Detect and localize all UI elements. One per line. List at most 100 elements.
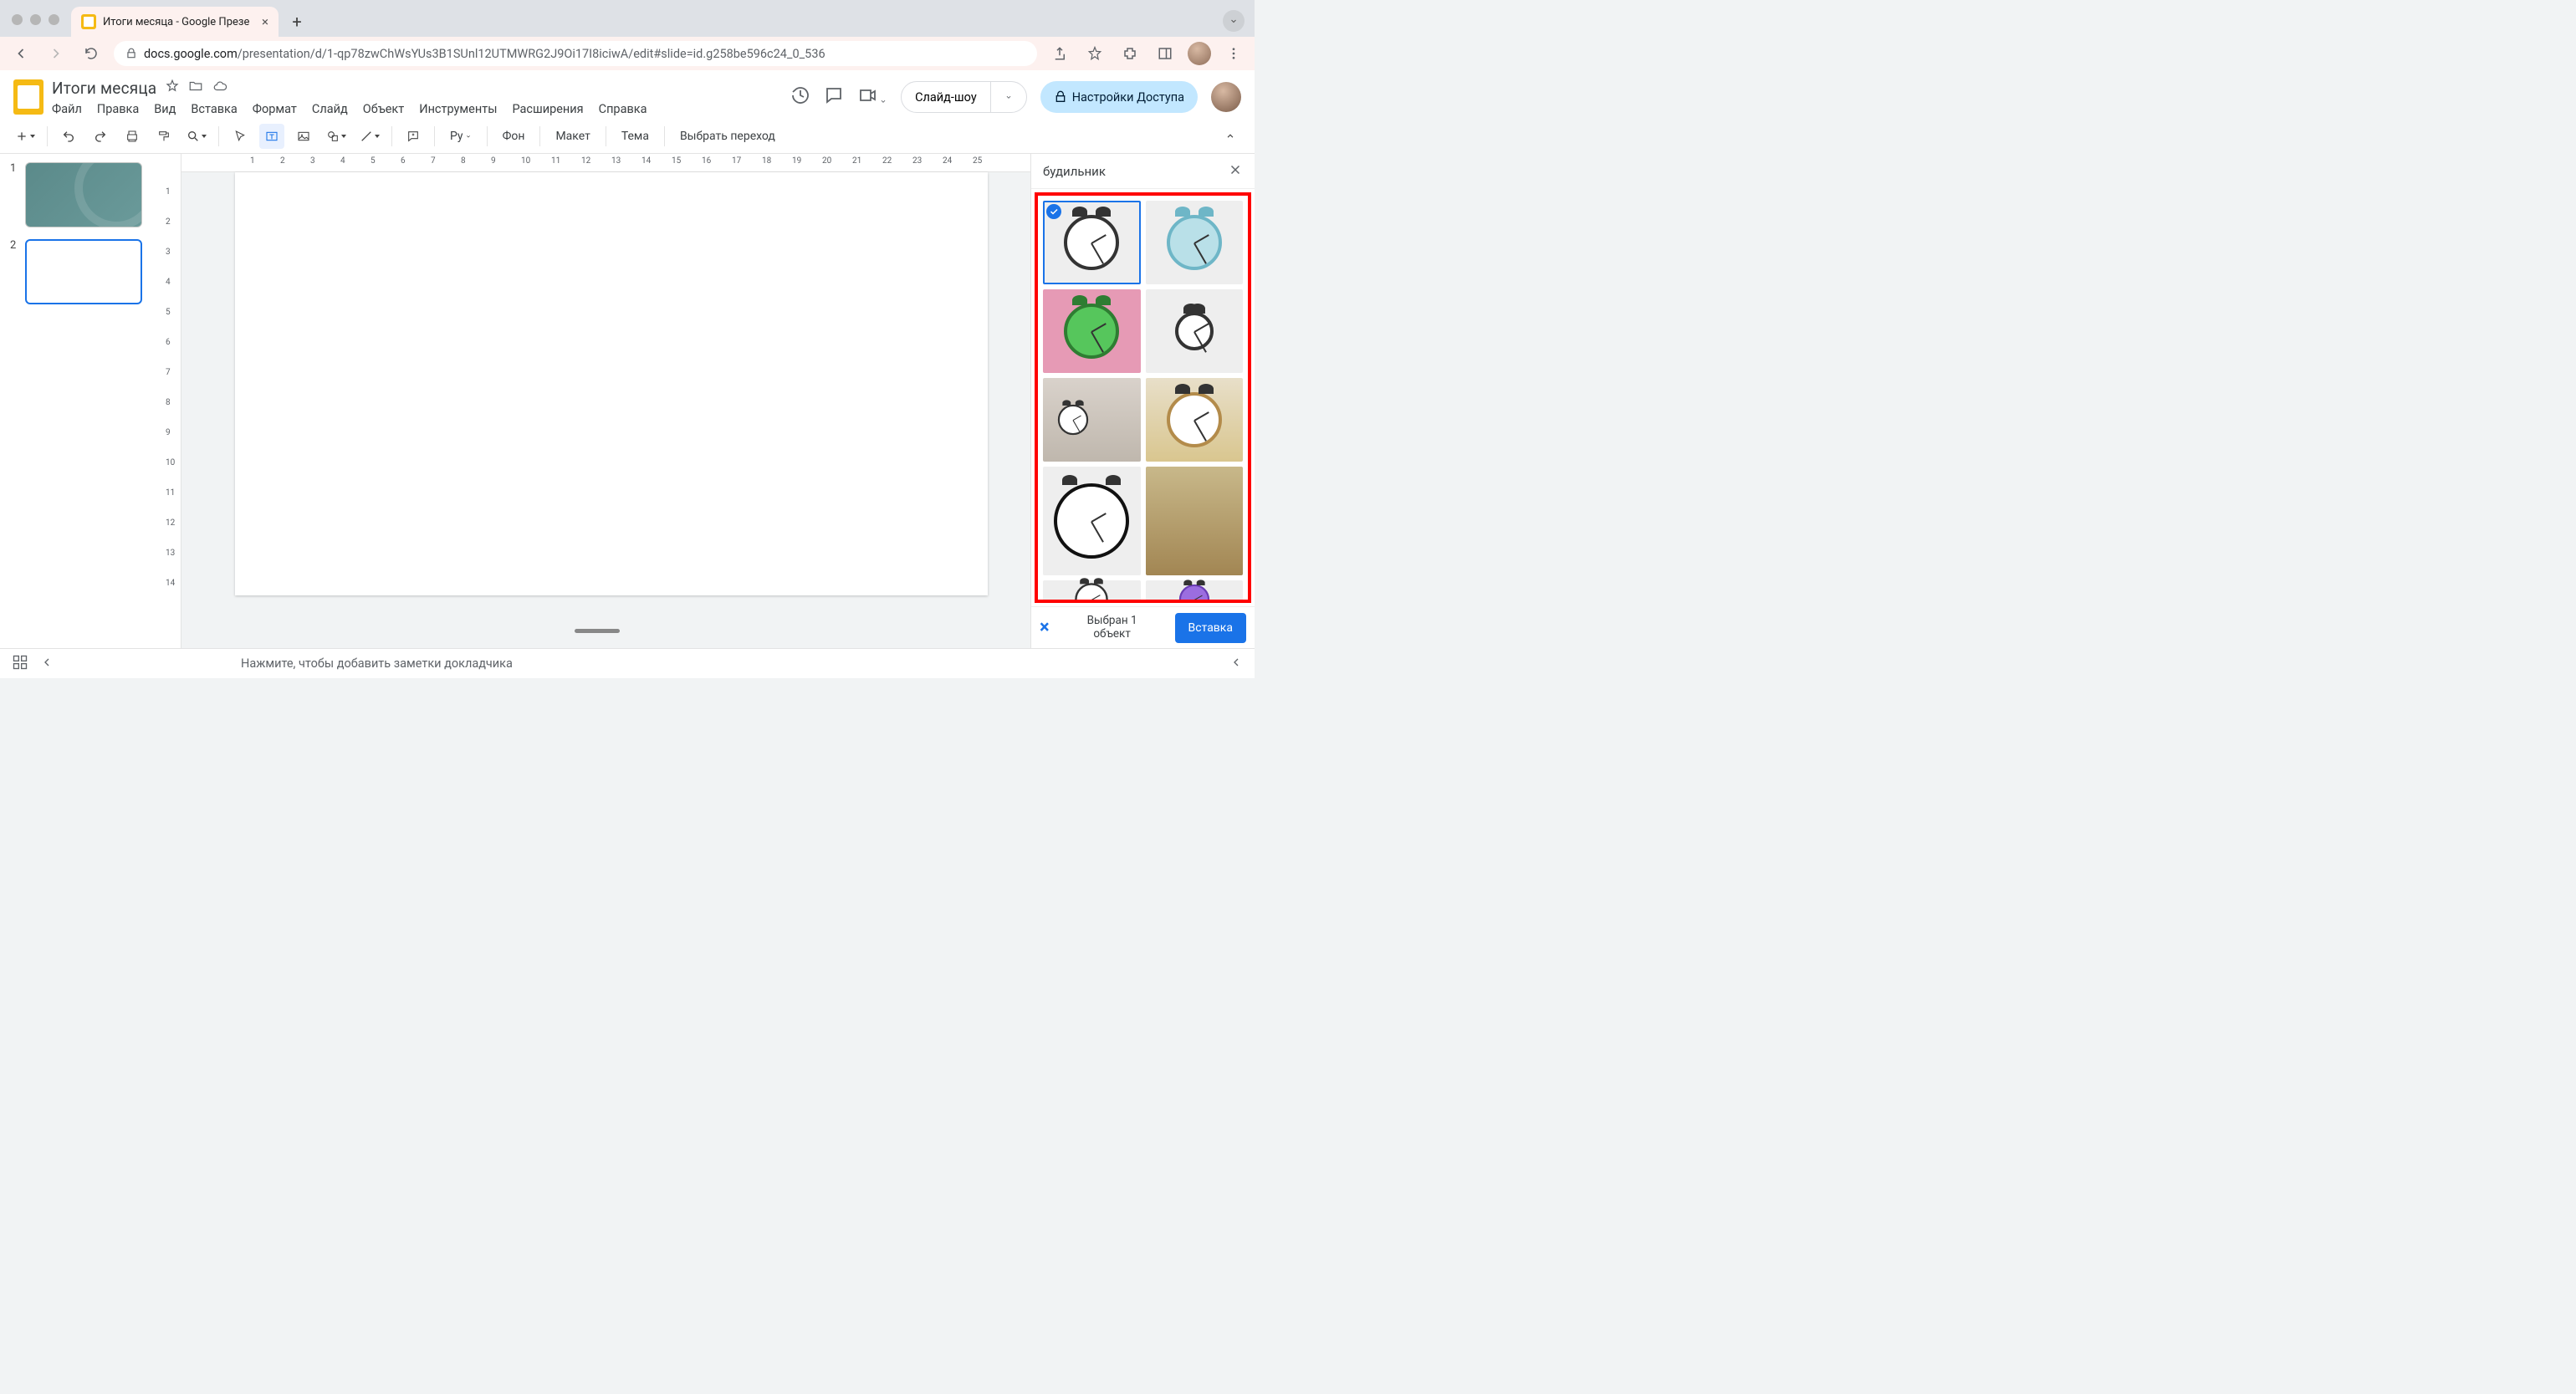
reload-icon bbox=[84, 46, 99, 61]
comment-plus-icon bbox=[406, 130, 420, 143]
sidepanel-toggle-button[interactable] bbox=[1229, 656, 1243, 672]
transition-button[interactable]: Выбрать переход bbox=[673, 124, 782, 149]
chevron-left-icon bbox=[40, 656, 54, 669]
slide-thumbnails-panel: 1 2 bbox=[0, 154, 163, 648]
result-alarm-small-black[interactable] bbox=[1146, 289, 1244, 373]
speaker-notes-placeholder[interactable]: Нажмите, чтобы добавить заметки докладчи… bbox=[65, 656, 1218, 671]
nav-reload-button[interactable] bbox=[79, 41, 104, 66]
search-query[interactable]: будильник bbox=[1043, 164, 1106, 179]
cloud-status-button[interactable] bbox=[212, 79, 228, 97]
background-button[interactable]: Фон bbox=[496, 124, 532, 149]
result-alarm-teal[interactable] bbox=[1146, 201, 1244, 284]
traffic-close[interactable] bbox=[12, 14, 23, 25]
move-doc-button[interactable] bbox=[188, 79, 203, 97]
menu-object[interactable]: Объект bbox=[363, 102, 405, 116]
slideshow-button[interactable]: Слайд-шоу bbox=[902, 82, 990, 112]
comment-add-button[interactable] bbox=[401, 124, 426, 149]
sidepanel-button[interactable] bbox=[1153, 41, 1178, 66]
nav-forward-button[interactable] bbox=[43, 41, 69, 66]
url-host: docs.google.com bbox=[144, 47, 238, 61]
slideshow-dropdown[interactable] bbox=[991, 82, 1026, 112]
result-poster-vintage[interactable] bbox=[1146, 467, 1244, 575]
star-doc-button[interactable] bbox=[165, 79, 180, 97]
url-box[interactable]: docs.google.com/presentation/d/1-qp78zwC… bbox=[114, 41, 1037, 66]
doc-title[interactable]: Итоги месяца bbox=[52, 79, 156, 98]
close-tab-icon[interactable]: × bbox=[262, 14, 268, 29]
menu-edit[interactable]: Правка bbox=[97, 102, 139, 116]
browser-tab-active[interactable]: Итоги месяца - Google Презе × bbox=[71, 7, 279, 37]
select-tool[interactable] bbox=[227, 124, 253, 149]
toolbar: Ру Фон Макет Тема Выбрать переход bbox=[0, 119, 1255, 154]
new-tab-button[interactable]: + bbox=[284, 8, 310, 35]
insert-button[interactable]: Вставка bbox=[1175, 613, 1246, 643]
tabs-overflow-button[interactable] bbox=[1223, 10, 1245, 32]
menu-format[interactable]: Формат bbox=[253, 102, 297, 116]
result-alarm-green[interactable] bbox=[1043, 289, 1141, 373]
toolbar-collapse-button[interactable] bbox=[1218, 124, 1243, 149]
result-alarm-partial[interactable] bbox=[1043, 580, 1141, 603]
textbox-icon bbox=[265, 130, 279, 143]
star-icon bbox=[1087, 46, 1102, 61]
selected-check-icon bbox=[1046, 204, 1061, 219]
traffic-max[interactable] bbox=[49, 14, 59, 25]
result-alarm-lineart[interactable] bbox=[1043, 467, 1141, 575]
notes-drag-handle[interactable] bbox=[575, 629, 620, 633]
result-alarm-room[interactable] bbox=[1043, 378, 1141, 462]
paint-format-button[interactable] bbox=[151, 124, 176, 149]
menu-insert[interactable]: Вставка bbox=[191, 102, 237, 116]
slide-thumb-1[interactable] bbox=[25, 162, 142, 227]
new-slide-button[interactable] bbox=[12, 124, 38, 149]
share-button[interactable]: Настройки Доступа bbox=[1040, 81, 1198, 113]
redo-button[interactable] bbox=[88, 124, 113, 149]
menu-view[interactable]: Вид bbox=[154, 102, 176, 116]
menu-file[interactable]: Файл bbox=[52, 102, 82, 116]
history-icon bbox=[790, 85, 810, 105]
textbox-tool[interactable] bbox=[259, 124, 284, 149]
menu-extensions[interactable]: Расширения bbox=[512, 102, 583, 116]
extensions-button[interactable] bbox=[1117, 41, 1142, 66]
close-icon bbox=[1228, 162, 1243, 177]
arrow-right-icon bbox=[48, 45, 64, 62]
zoom-button[interactable] bbox=[183, 124, 210, 149]
layout-button[interactable]: Макет bbox=[549, 124, 596, 149]
filmstrip-toggle-button[interactable] bbox=[40, 656, 54, 672]
explore-button[interactable] bbox=[12, 654, 28, 674]
tab-title: Итоги месяца - Google Презе bbox=[103, 16, 249, 28]
shape-tool[interactable] bbox=[323, 124, 350, 149]
version-history-button[interactable] bbox=[790, 85, 810, 109]
result-alarm-purple[interactable] bbox=[1146, 580, 1244, 603]
menu-tools[interactable]: Инструменты bbox=[419, 102, 497, 116]
slide-canvas-area: 1 2 3 4 5 6 7 8 9 10 11 12 13 14 1 2 3 4 bbox=[163, 154, 1030, 648]
menu-slide[interactable]: Слайд bbox=[312, 102, 348, 116]
ruler-vertical: 1 2 3 4 5 6 7 8 9 10 11 12 13 14 bbox=[163, 154, 181, 648]
traffic-min[interactable] bbox=[30, 14, 41, 25]
chevron-left-icon bbox=[1229, 656, 1243, 669]
meet-button[interactable] bbox=[857, 85, 887, 109]
line-tool[interactable] bbox=[356, 124, 383, 149]
account-avatar[interactable] bbox=[1211, 82, 1241, 112]
lock-icon bbox=[1054, 90, 1067, 104]
plus-icon bbox=[15, 130, 28, 143]
script-label[interactable]: Ру bbox=[443, 124, 478, 149]
bookmark-button[interactable] bbox=[1082, 41, 1107, 66]
slide-canvas[interactable] bbox=[235, 172, 988, 595]
close-panel-button[interactable] bbox=[1228, 162, 1243, 181]
share-page-button[interactable] bbox=[1047, 41, 1072, 66]
browser-profile-avatar[interactable] bbox=[1188, 42, 1211, 65]
slide-thumb-2[interactable] bbox=[25, 239, 142, 304]
print-button[interactable] bbox=[120, 124, 145, 149]
menu-help[interactable]: Справка bbox=[599, 102, 647, 116]
arrow-left-icon bbox=[13, 45, 29, 62]
browser-menu-button[interactable] bbox=[1221, 41, 1246, 66]
comments-button[interactable] bbox=[824, 85, 844, 109]
search-results-grid bbox=[1038, 196, 1248, 603]
slides-logo-icon[interactable] bbox=[13, 79, 43, 115]
image-tool[interactable] bbox=[291, 124, 316, 149]
clear-selection-button[interactable]: × bbox=[1040, 617, 1050, 638]
undo-button[interactable] bbox=[56, 124, 81, 149]
result-alarm-wood[interactable] bbox=[1146, 378, 1244, 462]
chevron-down-icon bbox=[465, 133, 472, 140]
theme-button[interactable]: Тема bbox=[615, 124, 656, 149]
nav-back-button[interactable] bbox=[8, 41, 33, 66]
result-alarm-black[interactable] bbox=[1043, 201, 1141, 284]
